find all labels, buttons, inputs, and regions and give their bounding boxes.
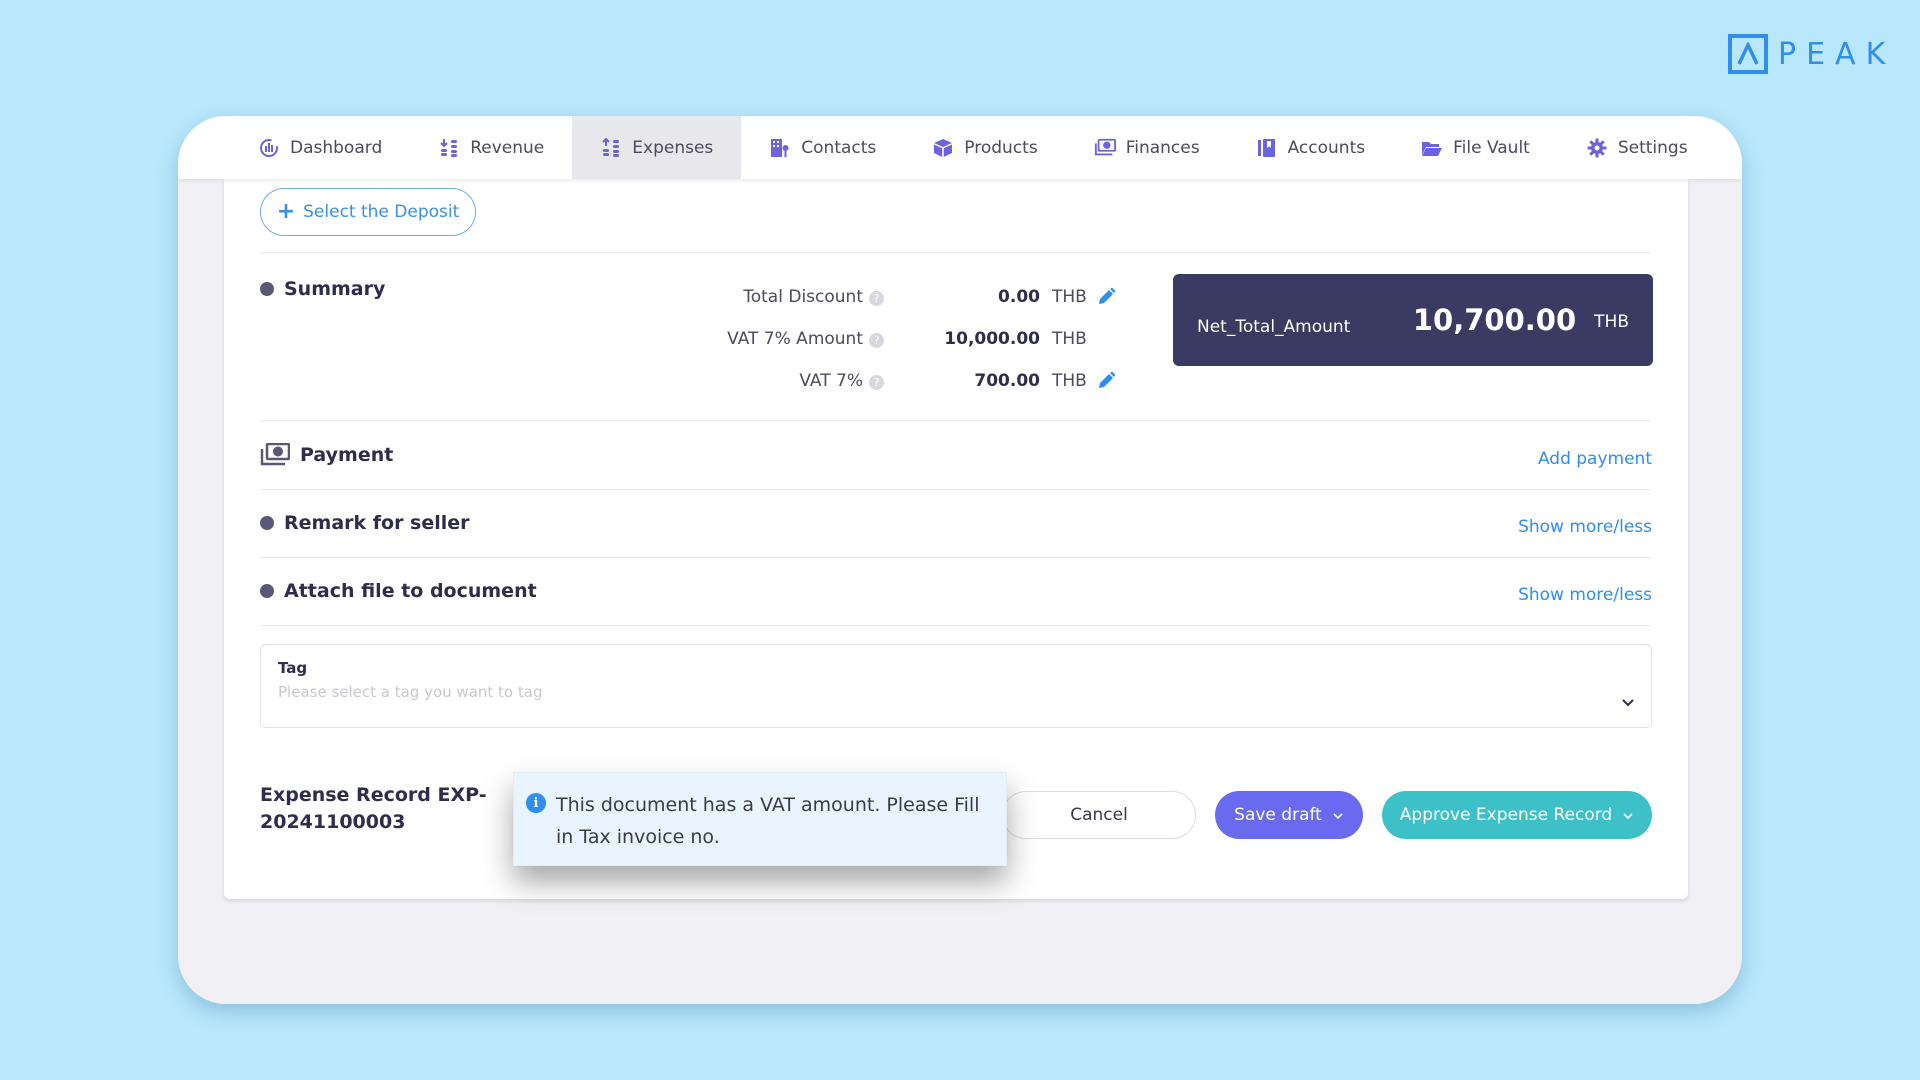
- net-total-value: 10,700.00: [1412, 303, 1577, 337]
- currency-label: THB: [1052, 371, 1087, 391]
- finances-icon: [260, 443, 290, 467]
- remark-show-more-link[interactable]: Show more/less: [1518, 517, 1652, 537]
- nav-label: Products: [964, 137, 1038, 158]
- attach-section-title: Attach file to document: [260, 580, 537, 602]
- chevron-down-icon: [1621, 693, 1635, 712]
- tag-label: Tag: [278, 659, 308, 677]
- nav-item-file-vault[interactable]: File Vault: [1393, 116, 1558, 179]
- nav-item-dashboard[interactable]: Dashboard: [230, 116, 410, 179]
- accounts-icon: [1256, 137, 1278, 159]
- divider: [260, 625, 1650, 626]
- divider: [260, 489, 1650, 490]
- bullet-icon: [260, 282, 274, 296]
- peak-logo-mark-icon: [1728, 34, 1768, 74]
- attach-title: Attach file to document: [284, 580, 537, 602]
- nav-label: Expenses: [632, 137, 714, 158]
- vat-amount-label: VAT 7% Amount: [727, 329, 863, 349]
- currency-label: THB: [1052, 329, 1087, 349]
- summary-section-title: Summary: [260, 278, 385, 300]
- summary-label: Total Discount?: [564, 287, 884, 307]
- finances-icon: [1094, 137, 1116, 159]
- nav-label: Dashboard: [290, 137, 383, 158]
- bullet-icon: [260, 584, 274, 598]
- select-deposit-button[interactable]: + Select the Deposit: [260, 188, 476, 236]
- cancel-button[interactable]: Cancel: [1002, 791, 1196, 839]
- edit-pencil-icon[interactable]: [1096, 371, 1116, 391]
- total-discount-value: 0.00: [998, 287, 1040, 307]
- products-icon: [932, 137, 954, 159]
- nav-item-settings[interactable]: Settings: [1558, 116, 1716, 179]
- save-draft-label: Save draft: [1234, 805, 1322, 825]
- total-discount-label: Total Discount: [743, 287, 863, 307]
- remark-title: Remark for seller: [284, 512, 470, 534]
- approve-expense-button[interactable]: Approve Expense Record: [1382, 791, 1652, 839]
- dashboard-icon: [258, 137, 280, 159]
- record-title: Expense Record EXP-20241100003: [260, 784, 487, 833]
- divider: [260, 557, 1650, 558]
- nav-label: Contacts: [801, 137, 877, 158]
- nav-label: Finances: [1125, 137, 1200, 158]
- currency-label: THB: [1052, 287, 1087, 307]
- bullet-icon: [260, 516, 274, 530]
- divider: [260, 252, 1650, 253]
- net-total-label: Net_Total_Amount: [1197, 317, 1351, 337]
- vat-warning-toast: i This document has a VAT amount. Please…: [513, 772, 1007, 866]
- nav-item-products[interactable]: Products: [904, 116, 1065, 179]
- peak-logo: PEAK: [1728, 34, 1895, 74]
- nav-label: Revenue: [470, 137, 545, 158]
- nav-item-expenses[interactable]: Expenses: [572, 116, 742, 179]
- nav-label: Accounts: [1287, 137, 1366, 158]
- remark-section-title: Remark for seller: [260, 512, 470, 534]
- gear-icon: [1586, 137, 1608, 159]
- attach-show-more-link[interactable]: Show more/less: [1518, 585, 1652, 605]
- peak-logo-text: PEAK: [1778, 36, 1896, 72]
- nav-label: File Vault: [1453, 137, 1530, 158]
- nav-item-finances[interactable]: Finances: [1066, 116, 1228, 179]
- summary-row-vat-amount: VAT 7% Amount? 10,000.00 THB: [564, 329, 1088, 349]
- payment-title: Payment: [300, 444, 394, 466]
- select-deposit-label: Select the Deposit: [303, 202, 460, 222]
- nav-label: Settings: [1617, 137, 1688, 158]
- revenue-icon: [438, 137, 460, 159]
- tag-select[interactable]: Tag Please select a tag you want to tag: [260, 644, 1652, 728]
- net-total-box: Net_Total_Amount 10,700.00 THB: [1173, 274, 1653, 366]
- cancel-label: Cancel: [1070, 805, 1128, 825]
- divider: [260, 420, 1650, 421]
- add-payment-link[interactable]: Add payment: [1538, 449, 1652, 469]
- toast-message: This document has a VAT amount. Please F…: [556, 794, 980, 848]
- chevron-down-icon: [1332, 805, 1344, 825]
- app-window: Dashboard Revenue Expenses Contacts Prod…: [178, 116, 1742, 1004]
- save-draft-button[interactable]: Save draft: [1215, 791, 1363, 839]
- net-total-currency: THB: [1594, 312, 1629, 332]
- help-icon[interactable]: ?: [869, 333, 884, 348]
- plus-icon: +: [276, 199, 296, 224]
- approve-label: Approve Expense Record: [1399, 805, 1613, 825]
- nav-item-revenue[interactable]: Revenue: [410, 116, 572, 179]
- summary-row-total-discount: Total Discount? 0.00 THB: [564, 287, 1116, 307]
- contacts-icon: [769, 137, 791, 159]
- info-icon: i: [526, 793, 546, 813]
- chevron-down-icon: [1622, 805, 1634, 825]
- summary-label: VAT 7%?: [564, 371, 884, 391]
- edit-pencil-icon[interactable]: [1096, 287, 1116, 307]
- summary-label: VAT 7% Amount?: [564, 329, 884, 349]
- folder-icon: [1421, 137, 1443, 159]
- help-icon[interactable]: ?: [869, 375, 884, 390]
- help-icon[interactable]: ?: [869, 291, 884, 306]
- vat-amount-value: 10,000.00: [944, 329, 1040, 349]
- vat-value: 700.00: [974, 371, 1040, 391]
- expenses-icon: [600, 137, 622, 159]
- vat-label: VAT 7%: [799, 371, 863, 391]
- tag-placeholder: Please select a tag you want to tag: [278, 683, 543, 701]
- payment-section-title: Payment: [260, 443, 393, 467]
- nav-item-accounts[interactable]: Accounts: [1228, 116, 1394, 179]
- summary-title: Summary: [284, 278, 386, 300]
- nav-item-contacts[interactable]: Contacts: [741, 116, 904, 179]
- top-nav: Dashboard Revenue Expenses Contacts Prod…: [178, 116, 1742, 179]
- summary-row-vat: VAT 7%? 700.00 THB: [564, 371, 1116, 391]
